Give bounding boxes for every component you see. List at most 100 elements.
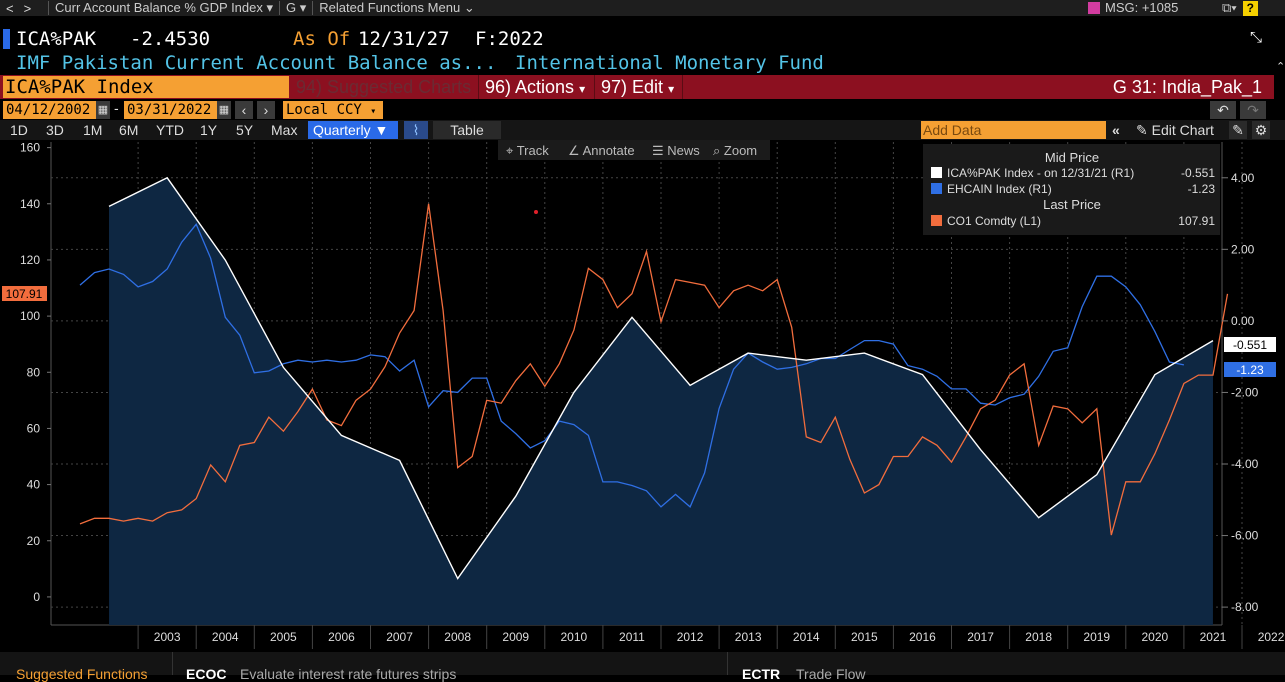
- security-color-bar: [3, 29, 10, 49]
- x-tick-label: 2019: [1083, 630, 1110, 644]
- separator: [279, 1, 281, 15]
- legend-ehcain-value: -1.23: [1188, 182, 1216, 196]
- legend-ica-label: ICA%PAK Index - on 12/31/21 (R1): [947, 166, 1134, 180]
- range-5y[interactable]: 5Y: [236, 120, 253, 140]
- nav-arrows: < >: [0, 1, 42, 16]
- legend-last-price-header: Last Price: [1043, 197, 1101, 212]
- right-tick-label: -8.00: [1231, 600, 1259, 614]
- legend-ehcain-swatch: [931, 183, 942, 194]
- end-calendar-icon[interactable]: ▦: [217, 101, 231, 119]
- legend-ica-value: -0.551: [1181, 166, 1215, 180]
- related-functions-menu[interactable]: Related Functions Menu ⌄: [319, 0, 474, 16]
- x-tick-label: 2018: [1025, 630, 1052, 644]
- security-header: ICA%PAK -2.4530 As Of 12/31/27 F:2022 ⤡: [0, 28, 1285, 50]
- security-input[interactable]: ICA%PAK Index: [3, 76, 289, 98]
- undo-icon[interactable]: ↶: [1210, 101, 1236, 119]
- annotate-pen-icon[interactable]: ✎: [1229, 121, 1247, 139]
- settings-gear-icon[interactable]: ⚙: [1252, 121, 1270, 139]
- as-of-label: As Of: [293, 28, 351, 50]
- left-tick-label: 140: [20, 197, 40, 211]
- add-data-input[interactable]: Add Data: [921, 121, 1106, 139]
- legend-co1-label: CO1 Comdty (L1): [947, 214, 1041, 228]
- ticker: ICA%PAK: [16, 28, 97, 50]
- left-tick-label: 100: [20, 309, 40, 323]
- x-tick-label: 2012: [677, 630, 704, 644]
- left-tick-label: 160: [20, 141, 40, 155]
- left-tick-label: 0: [33, 590, 40, 604]
- right-tick-label: -6.00: [1231, 529, 1259, 543]
- description: IMF Pakistan Current Account Balance as.…: [16, 52, 497, 74]
- x-tick-label: 2020: [1141, 630, 1168, 644]
- range-1m[interactable]: 1M: [83, 120, 102, 140]
- legend-co1-swatch: [931, 215, 942, 226]
- x-tick-label: 2011: [619, 630, 645, 644]
- window-menu-icon[interactable]: ⧉▾: [1222, 0, 1237, 16]
- table-button[interactable]: Table: [433, 121, 501, 139]
- legend-ehcain-label: EHCAIN Index (R1): [947, 182, 1052, 196]
- legend-ica-swatch: [931, 167, 942, 178]
- x-tick-label: 2009: [502, 630, 529, 644]
- suggested-charts-button[interactable]: 94) Suggested Charts: [290, 75, 477, 99]
- date-row: 04/12/2002 ▦ - 03/31/2022 ▦ ‹ › Local CC…: [0, 100, 1285, 120]
- range-max[interactable]: Max: [271, 120, 297, 140]
- chart-canvas[interactable]: 160 140 120 100 80 60 40 20 0 4.00 2.00 0.00 -2.00 -…: [0, 140, 1285, 652]
- x-tick-label: 2010: [560, 630, 587, 644]
- security-description: IMF Pakistan Current Account Balance as.…: [0, 52, 1285, 74]
- redo-icon[interactable]: ↷: [1240, 101, 1266, 119]
- edit-button[interactable]: 97) Edit ▾: [594, 75, 680, 99]
- track-tool[interactable]: ⌖ Track: [506, 143, 549, 158]
- ehcain-last-tag-text: -1.23: [1236, 363, 1264, 377]
- right-tick-label: 4.00: [1231, 171, 1255, 185]
- chart-name[interactable]: G 31: India_Pak_1: [1107, 75, 1268, 99]
- ica-last-tag-text: -0.551: [1233, 338, 1267, 352]
- start-date-input[interactable]: 04/12/2002: [3, 101, 96, 119]
- line-chart-icon[interactable]: ⌇: [404, 121, 428, 139]
- edit-chart-button[interactable]: ✎ Edit Chart: [1136, 120, 1214, 140]
- period-select[interactable]: Quarterly ▼: [308, 121, 398, 139]
- back-arrow-icon[interactable]: <: [6, 1, 14, 16]
- ecoc-description: Evaluate interest rate futures strips: [240, 666, 457, 682]
- ectr-description: Trade Flow: [796, 666, 866, 682]
- range-ytd[interactable]: YTD: [156, 120, 184, 140]
- annotate-tool[interactable]: ∠ Annotate: [568, 143, 635, 158]
- g-menu[interactable]: G ▾: [286, 0, 306, 16]
- resize-icon[interactable]: ⤡: [1250, 28, 1262, 46]
- function-menu[interactable]: Curr Account Balance % GDP Index ▾: [55, 0, 273, 16]
- ectr-label[interactable]: ECTR: [742, 666, 780, 682]
- x-tick-label: 2007: [386, 630, 413, 644]
- left-tick-label: 80: [27, 365, 41, 379]
- range-1d[interactable]: 1D: [10, 120, 28, 140]
- help-icon[interactable]: ?: [1242, 0, 1258, 16]
- x-tick-label: 2021: [1200, 630, 1227, 644]
- scroll-up-icon[interactable]: ⌃: [1276, 60, 1285, 74]
- actions-button[interactable]: 96) Actions ▾: [478, 75, 591, 99]
- source: International Monetary Fund: [515, 52, 824, 74]
- end-date-input[interactable]: 03/31/2022: [124, 101, 217, 119]
- separator: [312, 1, 314, 15]
- start-calendar-icon[interactable]: ▦: [96, 101, 110, 119]
- left-tick-label: 120: [20, 253, 40, 267]
- separator: [48, 1, 49, 15]
- message-count: MSG: +1085: [1105, 0, 1179, 15]
- currency-select[interactable]: Local CCY ▾: [283, 101, 383, 119]
- x-tick-label: 2008: [444, 630, 471, 644]
- suggested-functions-label[interactable]: Suggested Functions: [16, 666, 148, 682]
- right-tick-label: 2.00: [1231, 242, 1255, 256]
- x-tick-label: 2015: [851, 630, 878, 644]
- collapse-icon[interactable]: «: [1112, 120, 1120, 140]
- marker-dot: [534, 210, 538, 214]
- forward-arrow-icon[interactable]: >: [24, 1, 32, 16]
- x-tick-label: 2016: [909, 630, 936, 644]
- range-1y[interactable]: 1Y: [200, 120, 217, 140]
- range-6m[interactable]: 6M: [119, 120, 138, 140]
- range-3d[interactable]: 3D: [46, 120, 64, 140]
- messages[interactable]: MSG: +1085: [1088, 0, 1178, 15]
- x-tick-label: 2017: [967, 630, 994, 644]
- previous-period-icon[interactable]: ‹: [235, 101, 253, 119]
- date-dash: -: [114, 100, 119, 116]
- news-tool[interactable]: ☰ News: [652, 143, 700, 158]
- legend-co1-value: 107.91: [1178, 214, 1215, 228]
- ecoc-label[interactable]: ECOC: [186, 666, 226, 682]
- zoom-tool[interactable]: ⌕ Zoom: [713, 143, 757, 158]
- next-period-icon[interactable]: ›: [257, 101, 275, 119]
